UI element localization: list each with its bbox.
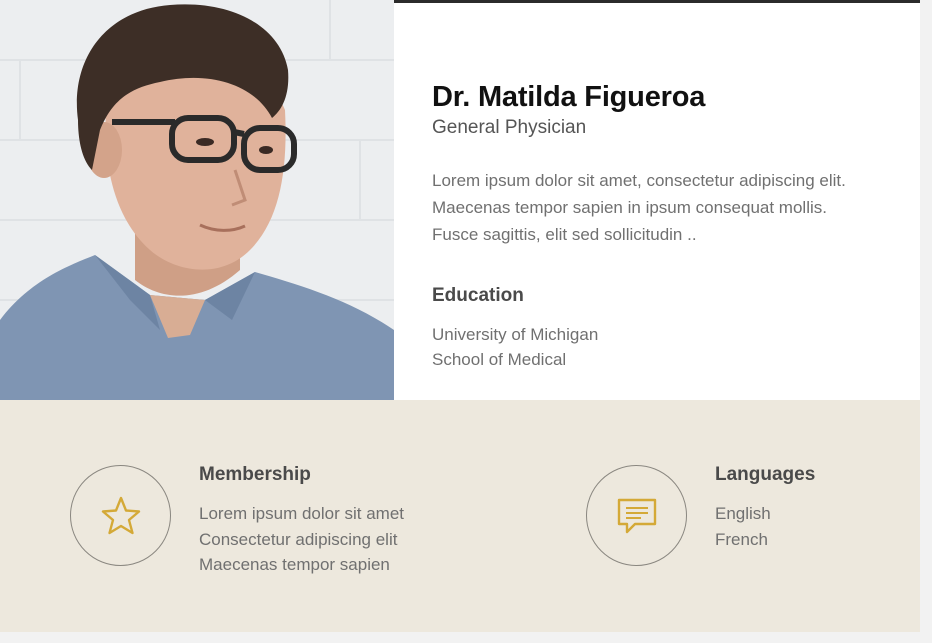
languages-icon-circle [586,465,687,566]
membership-body: Membership Lorem ipsum dolor sit amet Co… [199,463,499,578]
top-border-strip [394,0,920,3]
education-title: Education [432,285,524,306]
language-item: English [715,504,771,523]
membership-title: Membership [199,464,311,485]
profile-card: Dr. Matilda Figueroa General Physician L… [0,0,920,400]
profile-info: Dr. Matilda Figueroa General Physician L… [432,80,872,372]
doctor-bio: Lorem ipsum dolor sit amet, consectetur … [432,171,846,244]
chat-icon [617,498,656,533]
person-portrait-image [0,0,394,400]
membership-line: Consectetur adipiscing elit [199,529,398,549]
education-list: University of Michigan School of Medical [432,322,872,372]
profile-photo [0,0,394,400]
languages-list: English French [715,501,932,552]
language-item: French [715,529,768,549]
languages-title: Languages [715,464,816,485]
education-line-school: School of Medical [432,350,567,369]
details-band: Membership Lorem ipsum dolor sit amet Co… [0,400,920,632]
star-icon [101,496,140,534]
languages-body: Languages English French [715,463,932,552]
education-line-university: University of Michigan [432,325,599,344]
doctor-name: Dr. Matilda Figueroa [432,81,706,113]
membership-line: Lorem ipsum dolor sit amet [199,504,405,523]
doctor-role: General Physician [432,117,587,138]
profile-page: Dr. Matilda Figueroa General Physician L… [0,0,932,643]
membership-list: Lorem ipsum dolor sit amet Consectetur a… [199,501,499,578]
membership-line: Maecenas tempor sapien [199,555,390,574]
membership-icon-circle [70,465,171,566]
